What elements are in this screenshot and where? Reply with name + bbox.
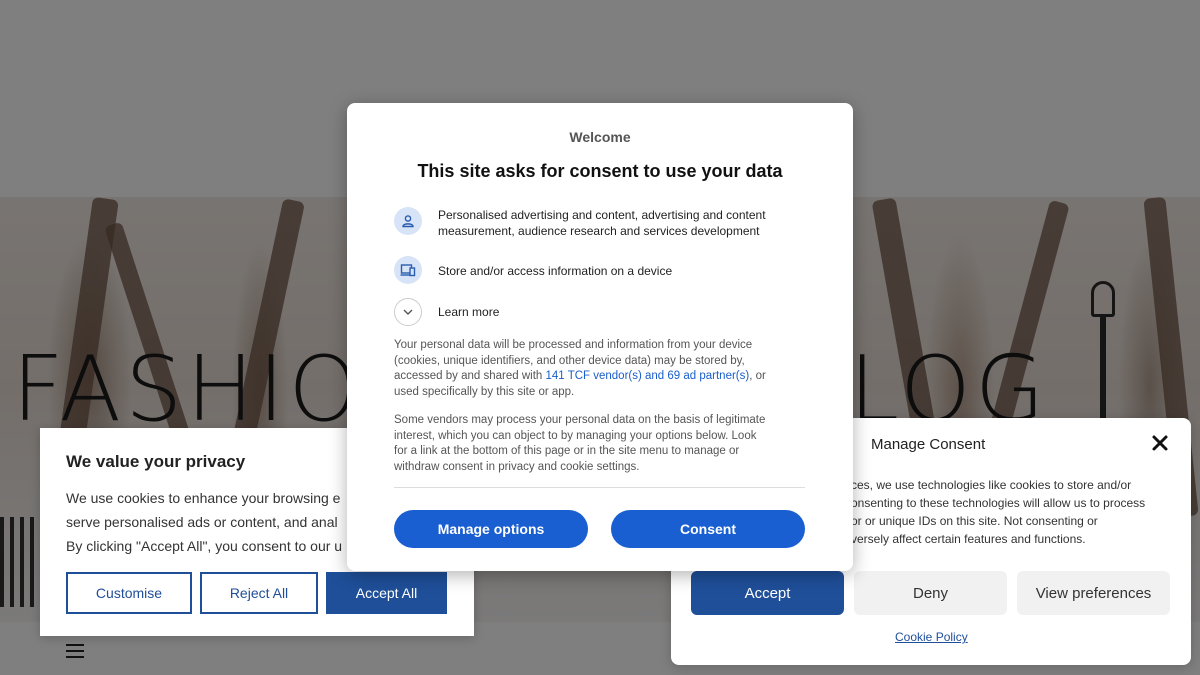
- modal-welcome: Welcome: [569, 129, 631, 145]
- paragraph-line: for a link at the bottom of this page or…: [394, 445, 740, 457]
- privacy-title: We value your privacy: [66, 452, 246, 471]
- cookie-policy-link[interactable]: Cookie Policy: [895, 630, 968, 644]
- paragraph-line: Your personal data will be processed and…: [394, 339, 753, 351]
- accept-all-button[interactable]: Accept All: [326, 572, 447, 614]
- purpose-line: Store and/or access information on a dev…: [438, 264, 673, 278]
- purpose-line: Personalised advertising and content, ad…: [438, 208, 766, 222]
- consent-line: ces, we use technologies like cookies to…: [851, 478, 1132, 492]
- deny-button[interactable]: Deny: [854, 571, 1007, 615]
- paragraph-line: used specifically by this site or app.: [394, 385, 575, 398]
- purpose-line: measurement, audience research and servi…: [438, 224, 760, 238]
- view-preferences-button[interactable]: View preferences: [1017, 571, 1170, 615]
- close-icon[interactable]: [1151, 434, 1169, 452]
- accept-button[interactable]: Accept: [691, 571, 844, 615]
- person-icon: [394, 207, 422, 235]
- learn-more-link[interactable]: Learn more: [438, 304, 808, 320]
- modal-divider: [394, 487, 805, 488]
- consent-button[interactable]: Consent: [611, 510, 805, 548]
- consent-line: onsenting to these technologies will all…: [851, 496, 1146, 510]
- paragraph-line: withdraw consent in privacy and cookie s…: [394, 460, 640, 473]
- chevron-down-icon[interactable]: [394, 298, 422, 326]
- manage-options-button[interactable]: Manage options: [394, 510, 588, 548]
- paragraph-line: (cookies, unique identifiers, and other …: [394, 354, 745, 367]
- purpose-personalised-advertising: Personalised advertising and content, ad…: [438, 207, 808, 239]
- reject-all-button[interactable]: Reject All: [200, 572, 318, 614]
- paragraph-text: accessed by and shared with: [394, 370, 546, 382]
- paragraph-line: Some vendors may process your personal d…: [394, 414, 766, 426]
- data-processing-paragraph: Your personal data will be processed and…: [394, 338, 806, 400]
- customise-button[interactable]: Customise: [66, 572, 192, 614]
- purpose-store-access: Store and/or access information on a dev…: [438, 263, 808, 279]
- consent-line: versely affect certain features and func…: [851, 532, 1086, 546]
- paragraph-text: , or: [749, 370, 766, 382]
- paragraph-line: accessed by and shared with 141 TCF vend…: [394, 369, 806, 385]
- vendors-link[interactable]: 141 TCF vendor(s) and 69 ad partner(s): [546, 370, 750, 382]
- device-icon: [394, 256, 422, 284]
- consent-modal: Welcome This site asks for consent to us…: [347, 103, 853, 571]
- consent-manager-title: Manage Consent: [871, 436, 986, 453]
- consent-line: or or unique IDs on this site. Not conse…: [851, 514, 1098, 528]
- modal-heading: This site asks for consent to use your d…: [417, 161, 783, 181]
- consent-manager-text: ces, we use technologies like cookies to…: [851, 476, 1171, 548]
- paragraph-line: interest, which you can object to by man…: [394, 429, 757, 442]
- legitimate-interest-paragraph: Some vendors may process your personal d…: [394, 413, 806, 475]
